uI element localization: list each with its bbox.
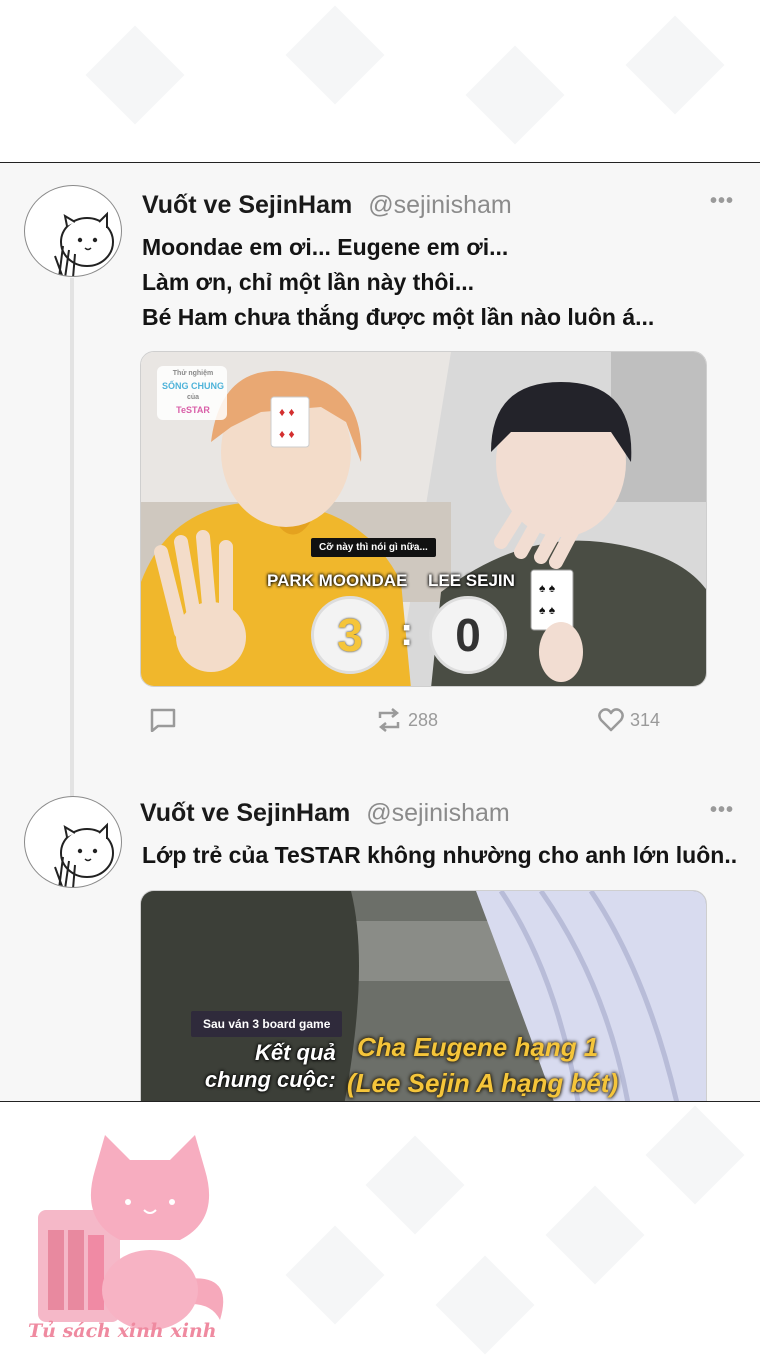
result-line: (Lee Sejin A hạng bét) [347,1068,619,1098]
tweet-image[interactable]: Sau ván 3 board game Kết quả chung cuộc:… [140,890,707,1101]
more-icon[interactable]: ••• [710,799,734,822]
tweet-line: Lớp trẻ của TeSTAR không nhường cho anh … [142,842,738,868]
avatar[interactable] [24,796,122,888]
tweet-line: Làm ơn, chỉ một lần này thôi... [142,269,474,295]
logo-line: Thử nghiệm [172,370,214,377]
reply-icon [150,708,176,732]
like-button[interactable]: 314 [598,708,660,732]
retweet-button[interactable]: 288 [376,708,438,732]
svg-text:♠ ♠: ♠ ♠ [539,603,556,617]
score-separator: : [400,610,414,654]
tweet-line: Bé Ham chưa thắng được một lần nào luôn … [142,304,655,330]
tweet-thread: Vuốt ve SejinHam @sejinisham ••• Moondae… [0,162,760,1102]
tweet-actions: 288 314 [140,708,707,738]
score-left: 3 [311,596,389,674]
logo-line: SỐNG CHUNG [161,381,224,391]
result-values: Cha Eugene hạng 1 (Lee Sejin A hạng bét) [347,1029,618,1101]
hamster-avatar-icon [54,211,114,276]
caption-box: Cỡ này thì nói gì nữa... [311,538,436,557]
result-line: Cha Eugene hạng 1 [357,1032,599,1062]
svg-text:♠ ♠: ♠ ♠ [539,581,556,595]
handle[interactable]: @sejinisham [368,191,511,220]
logo-line: TeSTAR [176,405,210,415]
thread-connector [70,278,74,853]
result-label: Kết quả chung cuộc: [197,1039,336,1093]
display-name[interactable]: Vuốt ve SejinHam [142,191,352,220]
tweet-text: Lớp trẻ của TeSTAR không nhường cho anh … [142,838,737,873]
reply-button[interactable] [150,708,176,732]
svg-text:♦ ♦: ♦ ♦ [279,405,295,419]
logo-line: của [186,394,200,401]
handle[interactable]: @sejinisham [366,799,509,828]
player-name-right: LEE SEJIN [428,571,515,590]
svg-text:♦ ♦: ♦ ♦ [279,427,295,441]
avatar[interactable] [24,185,122,277]
like-icon [598,708,624,732]
tweet-line: Moondae em ơi... Eugene em ơi... [142,234,509,260]
result-label-line: Kết quả [255,1040,336,1065]
tweet-header: Vuốt ve SejinHam @sejinisham [140,799,510,828]
result-label-line: chung cuộc: [204,1067,336,1092]
series-logo: Thử nghiệm SỐNG CHUNG của TeSTAR [159,368,227,416]
hamster-avatar-icon [54,822,114,887]
score-right: 0 [429,596,507,674]
caption-box: Sau ván 3 board game [191,1011,343,1037]
player-name-left: PARK MOONDAE [267,571,408,590]
more-icon[interactable]: ••• [710,190,734,213]
retweet-icon [378,708,400,732]
tweet-image[interactable]: ♦ ♦ ♦ ♦ ♠ ♠ ♠ ♠ Thử nghiệm SỐNG CHUNG củ… [140,351,707,687]
watermark-text: Tủ sách xinh xinh [28,1320,217,1342]
tweet-text: Moondae em ơi... Eugene em ơi... Làm ơn,… [142,230,654,335]
cat-logo-icon [38,1135,224,1330]
tweet-header: Vuốt ve SejinHam @sejinisham [142,191,512,220]
retweet-count: 288 [408,709,439,730]
like-count: 314 [630,709,661,730]
display-name[interactable]: Vuốt ve SejinHam [140,799,350,828]
